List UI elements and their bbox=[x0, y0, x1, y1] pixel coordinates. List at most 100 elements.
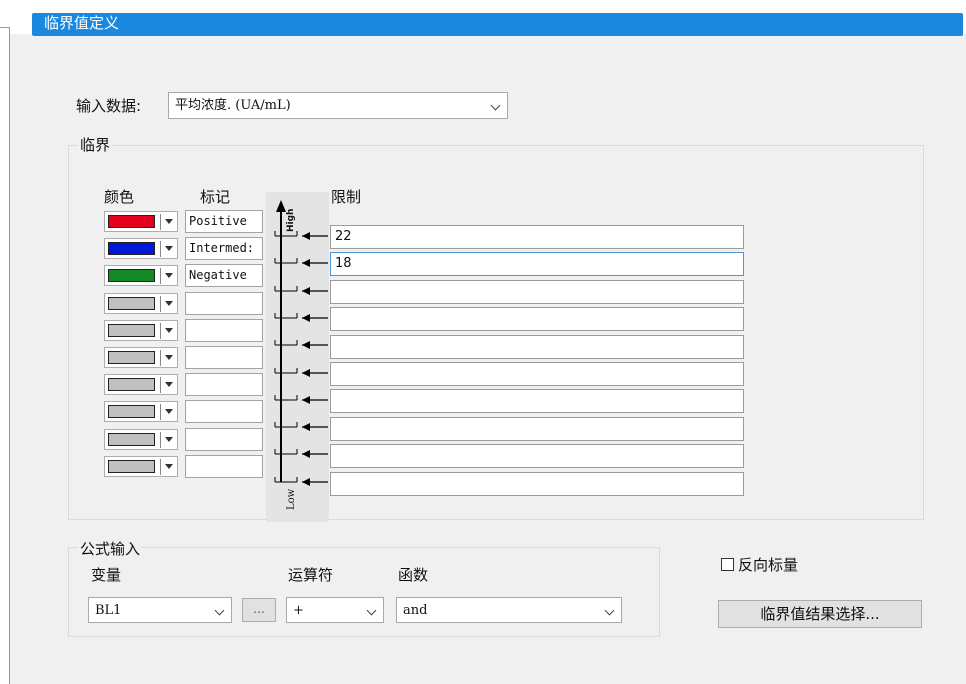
mark-input[interactable] bbox=[185, 319, 263, 342]
limit-input[interactable] bbox=[330, 417, 744, 441]
title-bar: 临界值定义 bbox=[32, 13, 963, 36]
variable-label: 变量 bbox=[91, 566, 122, 584]
separator bbox=[160, 323, 161, 339]
variable-select[interactable]: BL1 bbox=[88, 597, 232, 623]
dropdown-arrow-icon bbox=[165, 273, 173, 278]
separator bbox=[160, 377, 161, 393]
formula-group-label: 公式输入 bbox=[78, 538, 143, 559]
mark-input[interactable]: Positive bbox=[185, 210, 263, 233]
dropdown-arrow-icon bbox=[165, 437, 173, 442]
limit-pointer-icon bbox=[274, 258, 328, 267]
mark-input[interactable] bbox=[185, 455, 263, 478]
color-swatch bbox=[108, 269, 155, 282]
input-data-select[interactable]: 平均浓度. (UA/mL) bbox=[168, 92, 508, 119]
operator-label: 运算符 bbox=[288, 566, 334, 584]
color-swatch bbox=[108, 324, 155, 337]
up-arrow-icon bbox=[276, 200, 286, 212]
color-column-header: 颜色 bbox=[104, 188, 135, 206]
function-select[interactable]: and bbox=[396, 597, 622, 623]
scale-axis bbox=[274, 200, 328, 486]
variable-value: BL1 bbox=[95, 603, 122, 618]
color-picker-button[interactable] bbox=[104, 456, 178, 477]
separator bbox=[160, 296, 161, 312]
color-picker-button[interactable] bbox=[104, 293, 178, 314]
color-picker-button[interactable] bbox=[104, 211, 178, 232]
color-swatch bbox=[108, 460, 155, 473]
chevron-down-icon bbox=[214, 605, 225, 616]
chevron-down-icon bbox=[366, 605, 377, 616]
separator bbox=[160, 214, 161, 230]
dropdown-arrow-icon bbox=[165, 328, 173, 333]
separator bbox=[160, 268, 161, 284]
scale-panel: High Low bbox=[266, 192, 329, 522]
limit-pointer-icon bbox=[274, 449, 328, 458]
mark-input[interactable]: Negative bbox=[185, 264, 263, 287]
dropdown-arrow-icon bbox=[165, 301, 173, 306]
mark-column-header: 标记 bbox=[200, 188, 231, 206]
dropdown-arrow-icon bbox=[165, 464, 173, 469]
color-picker-button[interactable] bbox=[104, 429, 178, 450]
limit-input[interactable] bbox=[330, 389, 744, 413]
color-picker-button[interactable] bbox=[104, 320, 178, 341]
scale-high-label: High bbox=[286, 208, 296, 232]
dropdown-arrow-icon bbox=[165, 409, 173, 414]
limit-input[interactable] bbox=[330, 362, 744, 386]
color-swatch bbox=[108, 433, 155, 446]
dropdown-arrow-icon bbox=[165, 382, 173, 387]
separator bbox=[160, 459, 161, 475]
separator bbox=[160, 241, 161, 257]
color-swatch bbox=[108, 378, 155, 391]
dropdown-arrow-icon bbox=[165, 355, 173, 360]
limit-input[interactable] bbox=[330, 444, 744, 468]
mark-input[interactable]: Intermed: bbox=[185, 237, 263, 260]
mark-input[interactable] bbox=[185, 428, 263, 451]
reverse-scale-checkbox[interactable] bbox=[721, 558, 734, 571]
limit-input[interactable]: 22 bbox=[330, 225, 744, 249]
limit-pointer-icon bbox=[274, 477, 328, 486]
color-picker-button[interactable] bbox=[104, 374, 178, 395]
input-data-label: 输入数据: bbox=[76, 97, 142, 115]
dialog-title: 临界值定义 bbox=[44, 14, 120, 32]
limit-input[interactable] bbox=[330, 472, 744, 496]
color-picker-button[interactable] bbox=[104, 265, 178, 286]
chevron-down-icon bbox=[604, 605, 615, 616]
mark-input[interactable] bbox=[185, 292, 263, 315]
limit-pointer-icon bbox=[274, 368, 328, 377]
separator bbox=[160, 432, 161, 448]
threshold-result-select-button[interactable]: 临界值结果选择... bbox=[718, 600, 922, 628]
limit-column-header: 限制 bbox=[331, 188, 362, 206]
scale-low-label: Low bbox=[286, 488, 297, 510]
limit-input[interactable] bbox=[330, 280, 744, 304]
mark-input[interactable] bbox=[185, 400, 263, 423]
color-picker-button[interactable] bbox=[104, 238, 178, 259]
limit-pointer-icon bbox=[274, 231, 328, 240]
limit-pointer-icon bbox=[274, 286, 328, 295]
chevron-down-icon bbox=[490, 100, 501, 111]
color-picker-button[interactable] bbox=[104, 401, 178, 422]
color-picker-button[interactable] bbox=[104, 347, 178, 368]
separator bbox=[160, 350, 161, 366]
formula-group bbox=[68, 547, 660, 637]
variable-browse-button[interactable]: ... bbox=[242, 598, 276, 622]
threshold-group-label: 临界 bbox=[78, 134, 113, 155]
color-swatch bbox=[108, 215, 155, 228]
operator-select[interactable]: + bbox=[286, 597, 384, 623]
limit-input[interactable] bbox=[330, 307, 744, 331]
limit-input[interactable] bbox=[330, 335, 744, 359]
mark-input[interactable] bbox=[185, 373, 263, 396]
limit-pointer-icon bbox=[274, 422, 328, 431]
dropdown-arrow-icon bbox=[165, 219, 173, 224]
input-data-value: 平均浓度. (UA/mL) bbox=[175, 98, 291, 113]
color-swatch bbox=[108, 297, 155, 310]
function-label: 函数 bbox=[398, 566, 429, 584]
color-swatch bbox=[108, 405, 155, 418]
color-swatch bbox=[108, 242, 155, 255]
function-value: and bbox=[403, 603, 428, 618]
color-swatch bbox=[108, 351, 155, 364]
mark-input[interactable] bbox=[185, 346, 263, 369]
operator-value: + bbox=[293, 603, 304, 618]
limit-pointer-icon bbox=[274, 395, 328, 404]
limit-pointer-icon bbox=[274, 340, 328, 349]
limit-input[interactable]: 18 bbox=[330, 252, 744, 276]
reverse-scale-label: 反向标量 bbox=[738, 556, 799, 574]
